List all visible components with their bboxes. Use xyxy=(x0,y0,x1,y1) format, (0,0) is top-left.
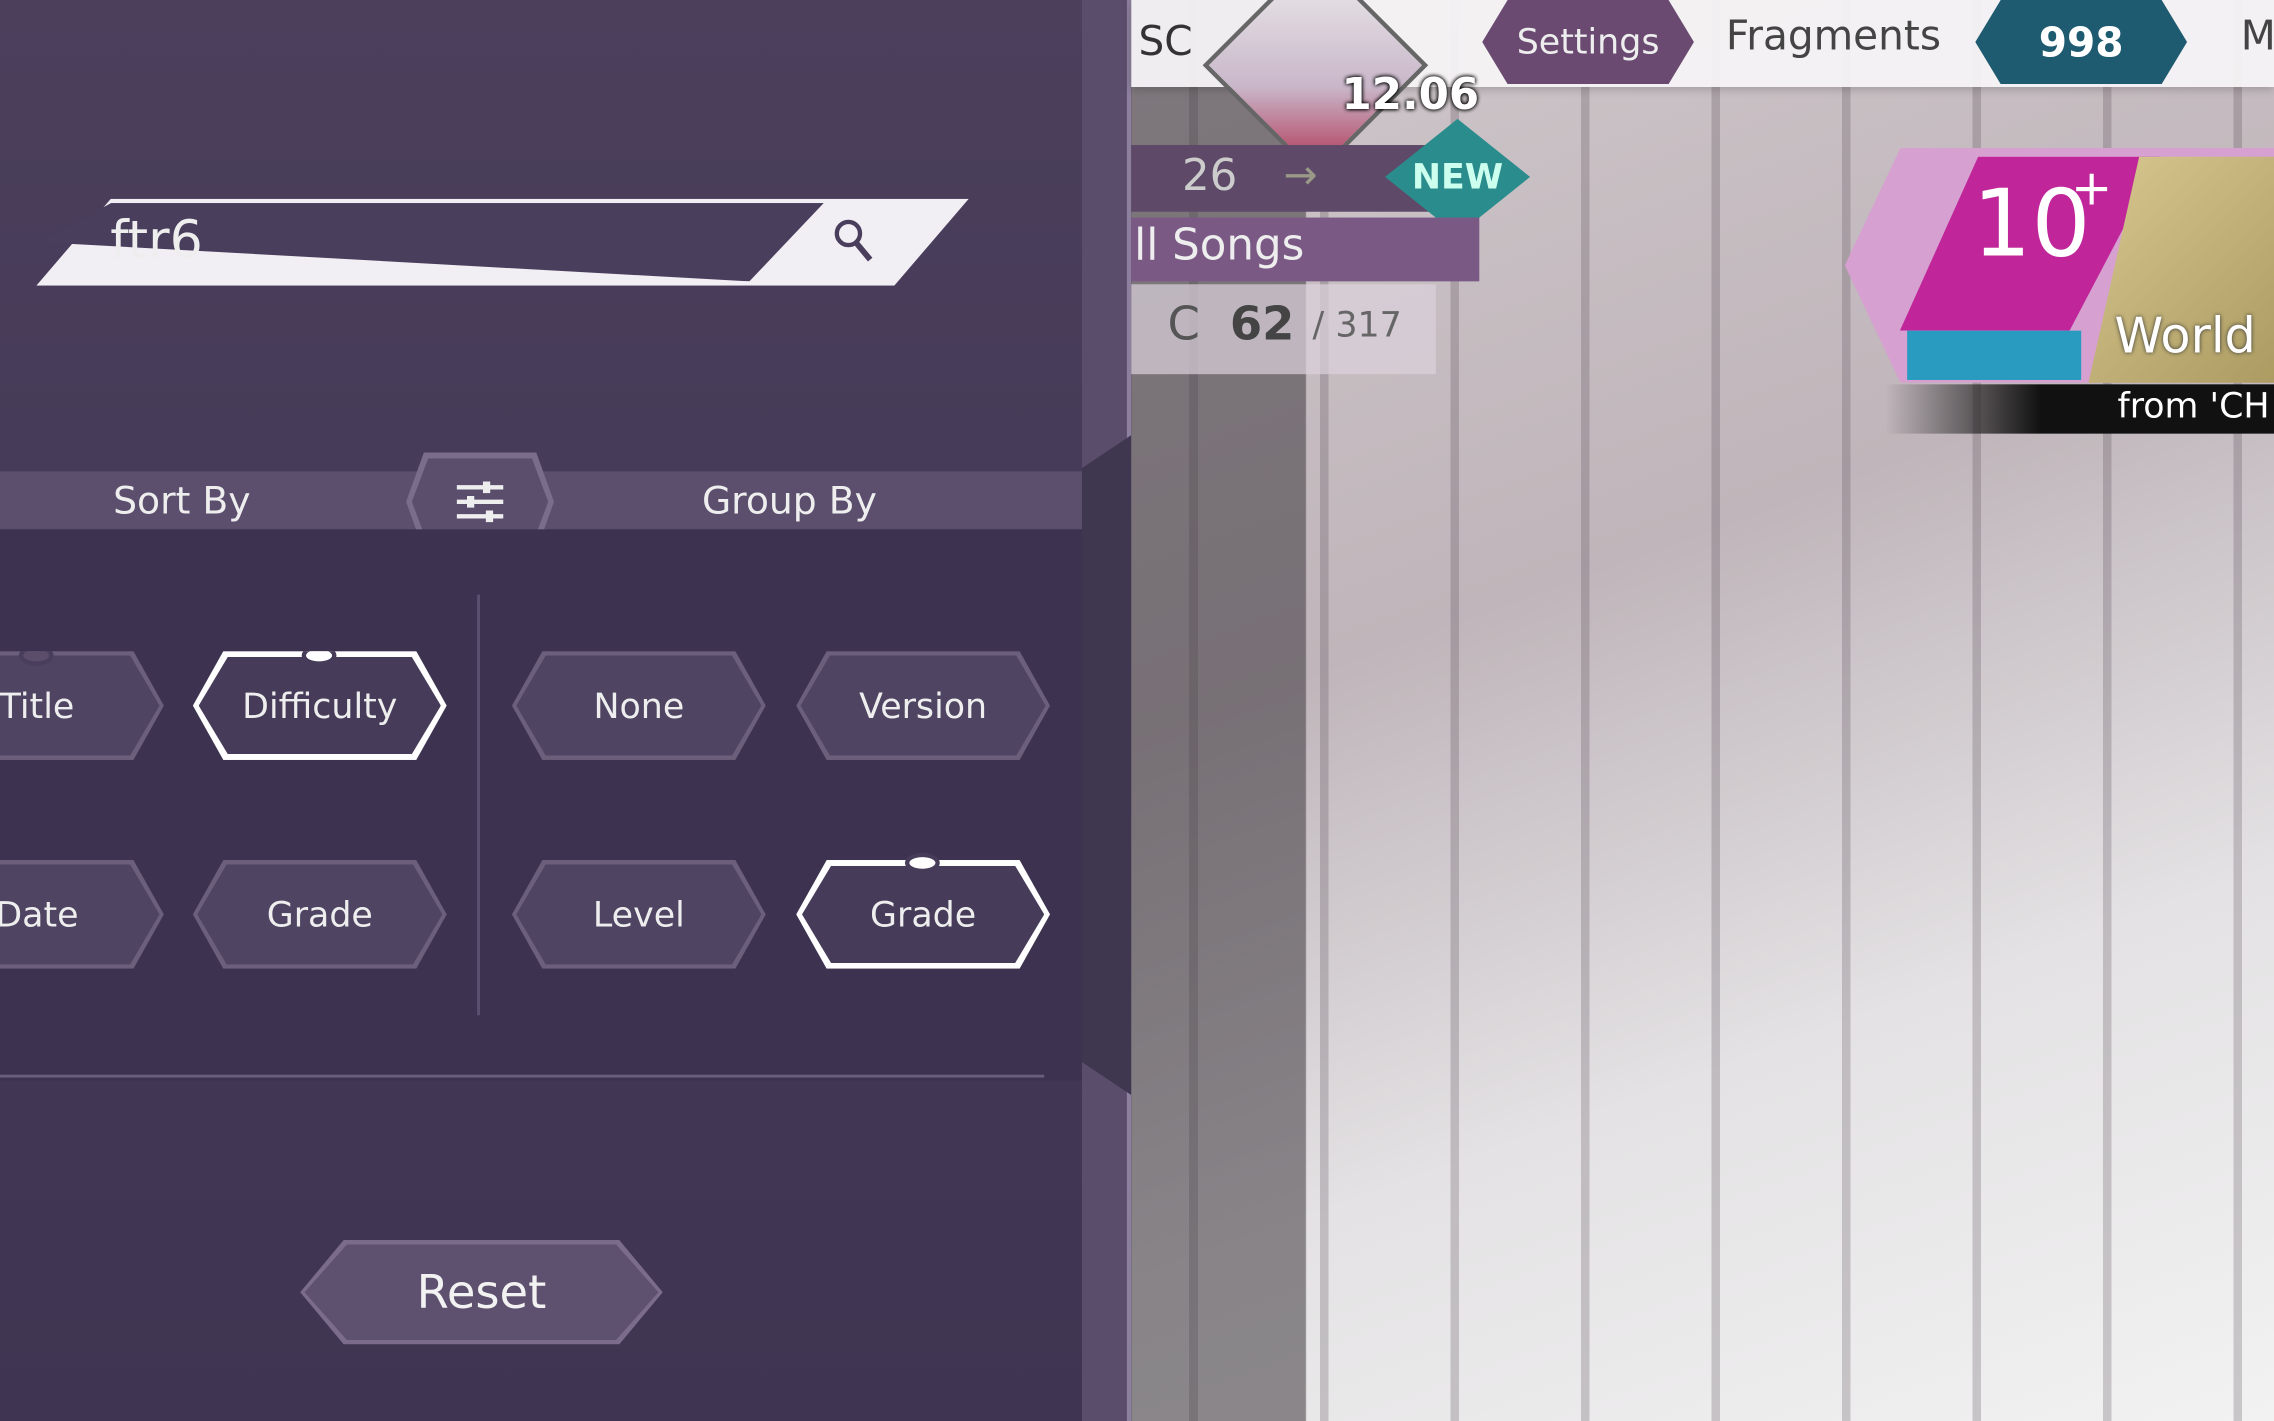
group-option-version[interactable]: Version xyxy=(796,651,1051,760)
group-option-level[interactable]: Level xyxy=(511,860,766,969)
arrow-icon: → xyxy=(1283,150,1318,199)
group-by-label: Group By xyxy=(701,480,877,524)
top-bar-right-text: M xyxy=(2240,11,2274,60)
divider-vertical xyxy=(477,594,481,1016)
sort-option-date[interactable]: Date xyxy=(0,860,164,969)
search-input[interactable]: ftr6 xyxy=(110,212,203,271)
grade-letter: C xyxy=(1167,295,1200,351)
reset-button[interactable]: Reset xyxy=(300,1240,663,1345)
divider-horizontal xyxy=(0,1074,1045,1078)
potential-rating: 12.06 xyxy=(1341,69,1480,121)
fragments-value: 998 xyxy=(1975,0,2188,85)
group-option-none[interactable]: None xyxy=(511,651,766,760)
sort-by-label: Sort By xyxy=(113,480,251,524)
sort-option-title[interactable]: Title xyxy=(0,651,164,760)
song-source: from 'CH xyxy=(2117,385,2270,427)
total-count: / 317 xyxy=(1312,304,1402,346)
settings-button[interactable]: Settings xyxy=(1482,0,1694,85)
song-count: 26 xyxy=(1181,150,1238,202)
sort-option-difficulty[interactable]: Difficulty xyxy=(192,651,447,760)
panel-notch[interactable] xyxy=(1081,435,1132,1095)
group-option-grade[interactable]: Grade xyxy=(796,860,1051,969)
search-icon[interactable] xyxy=(805,206,907,279)
fragments-label: Fragments xyxy=(1725,11,1941,60)
song-title: World xyxy=(2114,307,2256,366)
sort-option-grade[interactable]: Grade xyxy=(192,860,447,969)
difficulty-strip xyxy=(1907,330,2082,380)
cleared-count: 62 xyxy=(1229,295,1295,351)
selected-dot xyxy=(904,852,940,874)
song-level-plus: + xyxy=(2071,159,2113,218)
top-bar-left-text: SC xyxy=(1138,17,1193,66)
options-area xyxy=(0,529,1082,1081)
category-label: ll Songs xyxy=(1134,220,1305,272)
